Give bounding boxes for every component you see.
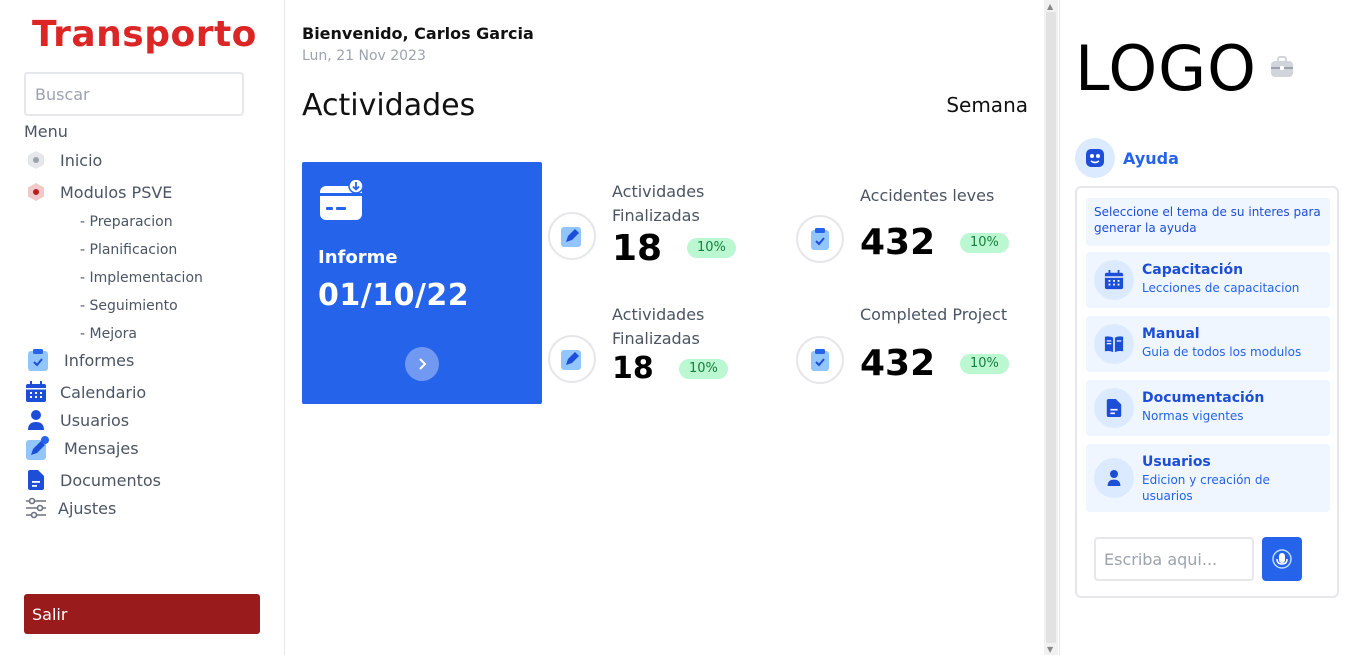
sidebar-item-calendario[interactable]: Calendario (24, 380, 146, 404)
help-topic-manual[interactable]: Manual Guia de todos los modulos (1086, 316, 1330, 372)
stat-badge: 10% (679, 359, 728, 379)
microphone-button[interactable] (1262, 537, 1302, 581)
report-label: Informe (318, 247, 398, 268)
help-box: Seleccione el tema de su interes para ge… (1075, 186, 1339, 598)
current-date: Lun, 21 Nov 2023 (302, 48, 426, 64)
subitem-mejora[interactable]: - Mejora (80, 326, 137, 342)
scrollbar-thumb[interactable] (1046, 12, 1056, 643)
stat-label: Actividades Finalizadas (612, 182, 705, 225)
edit-icon (24, 436, 52, 460)
sidebar-item-ajustes[interactable]: Ajustes (24, 496, 116, 520)
user-icon (24, 408, 48, 432)
topic-title: Documentación (1142, 390, 1265, 406)
sidebar-item-label: Informes (64, 350, 135, 370)
stat-value: 18 (612, 351, 654, 386)
sidebar-item-inicio[interactable]: Inicio (24, 148, 102, 172)
subitem-implementacion[interactable]: - Implementacion (80, 270, 203, 286)
topic-title: Usuarios (1142, 454, 1211, 470)
logo: LOGO (1075, 32, 1257, 105)
circle-icon (24, 148, 48, 172)
sliders-icon (24, 496, 48, 520)
sidebar-item-label: Usuarios (60, 410, 130, 430)
stat-label: Completed Project (860, 305, 1008, 324)
topic-desc: Guia de todos los modulos (1142, 345, 1302, 359)
stat-card: Completed Project 432 10% (796, 305, 1026, 395)
report-open-button[interactable] (405, 347, 439, 381)
sidebar-item-label: Documentos (60, 470, 162, 490)
scroll-up-icon[interactable]: ▲ (1047, 2, 1053, 11)
help-title: Ayuda (1123, 148, 1179, 168)
subitem-planificacion[interactable]: - Planificacion (80, 242, 177, 258)
menu-heading: Menu (24, 122, 68, 141)
sidebar-item-usuarios[interactable]: Usuarios (24, 408, 129, 432)
edit-icon (548, 212, 596, 260)
subitem-seguimiento[interactable]: - Seguimiento (80, 298, 178, 314)
stat-value: 18 (612, 228, 663, 269)
sidebar-item-label: Ajustes (58, 498, 117, 518)
help-intro: Seleccione el tema de su interes para ge… (1086, 198, 1330, 246)
page-title: Actividades (302, 88, 476, 123)
topic-title: Manual (1142, 326, 1200, 342)
logout-button[interactable]: Salir (24, 594, 260, 634)
scroll-down-icon[interactable]: ▼ (1047, 645, 1053, 654)
main-content: Bienvenido, Carlos Garcia Lun, 21 Nov 20… (286, 0, 1044, 655)
topic-desc: Normas vigentes (1142, 409, 1244, 423)
clipboard-check-icon (796, 215, 844, 263)
sidebar-item-label: Modulos PSVE (60, 182, 173, 202)
chat-input[interactable] (1094, 537, 1254, 581)
stat-value: 432 (860, 343, 936, 384)
help-topic-capacitacion[interactable]: Capacitación Lecciones de capacitacion (1086, 252, 1330, 308)
stat-badge: 10% (960, 354, 1009, 374)
stat-card: Actividades Finalizadas 18 10% (548, 303, 778, 393)
stat-badge: 10% (687, 238, 736, 258)
chevron-right-icon (419, 358, 427, 370)
stat-label: Accidentes leves (860, 186, 995, 205)
hexagon-icon (24, 180, 48, 204)
report-card: Informe 01/10/22 (302, 162, 542, 404)
stat-label: Actividades Finalizadas (612, 305, 705, 348)
stat-card: Accidentes leves 432 10% (796, 184, 1026, 274)
calendar-icon (24, 380, 48, 404)
topic-desc: Edicion y creación de usuarios (1142, 473, 1270, 503)
sidebar-item-label: Mensajes (64, 438, 139, 458)
user-icon (1094, 458, 1134, 498)
sidebar-item-informes[interactable]: Informes (24, 348, 134, 372)
help-header: Ayuda (1075, 138, 1179, 178)
topic-desc: Lecciones de capacitacion (1142, 281, 1300, 295)
topic-title: Capacitación (1142, 262, 1244, 278)
search-input[interactable] (24, 72, 244, 116)
robot-icon (1075, 138, 1115, 178)
calendar-icon (1094, 260, 1134, 300)
right-panel: LOGO Ayuda Seleccione el tema de su inte… (1059, 0, 1361, 655)
app-root: Transporto Menu Inicio Modulos PSVE - Pr… (0, 0, 1361, 655)
download-card-icon (320, 178, 366, 222)
sidebar: Transporto Menu Inicio Modulos PSVE - Pr… (0, 0, 285, 655)
briefcase-icon[interactable] (1270, 56, 1294, 82)
subitem-preparacion[interactable]: - Preparacion (80, 214, 173, 230)
main-scrollbar[interactable]: ▲ ▼ (1044, 0, 1058, 655)
sidebar-item-modulos[interactable]: Modulos PSVE (24, 180, 172, 204)
sidebar-item-label: Inicio (60, 150, 103, 170)
period-selector[interactable]: Semana (946, 93, 1028, 117)
book-icon (1094, 324, 1134, 364)
sidebar-item-label: Calendario (60, 382, 147, 402)
brand-title: Transporto (32, 14, 257, 55)
clipboard-check-icon (796, 336, 844, 384)
sidebar-item-mensajes[interactable]: Mensajes (24, 436, 139, 460)
microphone-icon (1272, 549, 1292, 569)
clipboard-check-icon (24, 348, 52, 372)
stat-value: 432 (860, 222, 936, 263)
document-icon (24, 468, 48, 492)
edit-icon (548, 335, 596, 383)
stat-card: Actividades Finalizadas 18 10% (548, 180, 778, 270)
document-icon (1094, 388, 1134, 428)
sidebar-item-documentos[interactable]: Documentos (24, 468, 161, 492)
help-topic-usuarios[interactable]: Usuarios Edicion y creación de usuarios (1086, 444, 1330, 512)
report-date: 01/10/22 (318, 278, 470, 313)
welcome-message: Bienvenido, Carlos Garcia (302, 24, 534, 43)
stat-badge: 10% (960, 233, 1009, 253)
help-topic-documentacion[interactable]: Documentación Normas vigentes (1086, 380, 1330, 436)
